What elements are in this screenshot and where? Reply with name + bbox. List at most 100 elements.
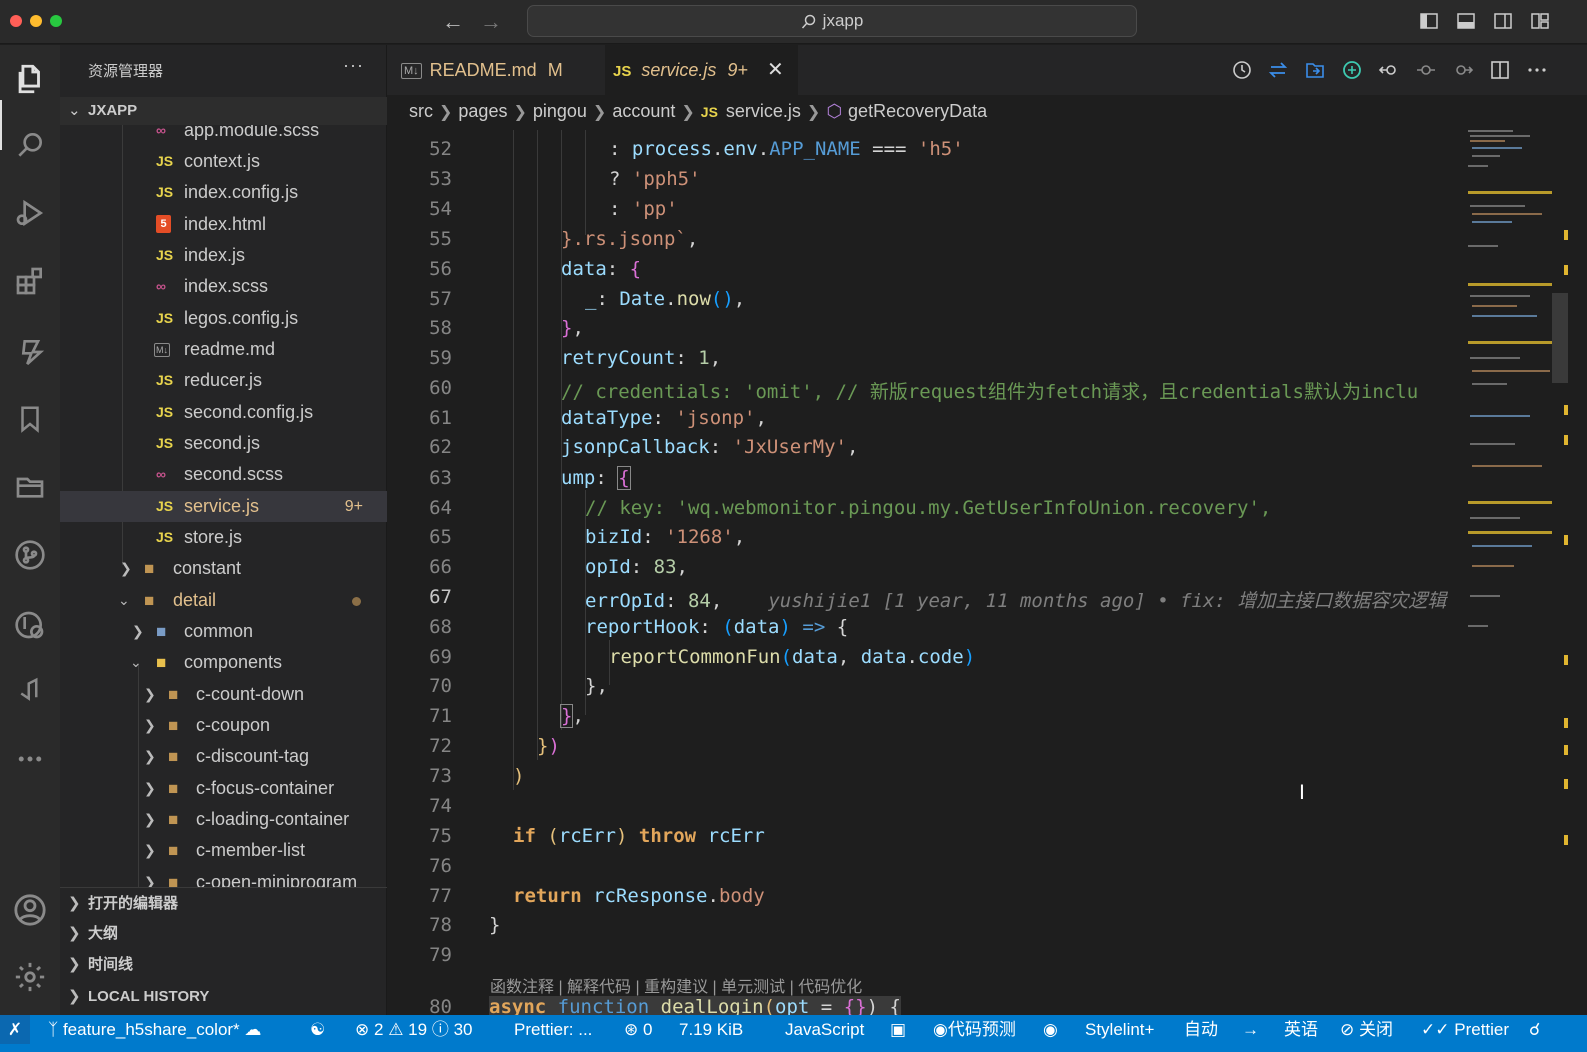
account-icon[interactable] xyxy=(8,888,52,932)
git-graph-icon[interactable]: ☯ xyxy=(310,1015,325,1044)
forward-arrow-icon[interactable]: → xyxy=(480,9,502,35)
language-mode-status[interactable]: JavaScript xyxy=(785,1015,864,1044)
file-size-status[interactable]: 7.19 KiB xyxy=(679,1015,743,1044)
remote-explorer-icon[interactable] xyxy=(8,669,52,713)
copilot-icon[interactable]: ◉ xyxy=(1043,1015,1058,1044)
breadcrumb-item[interactable]: pages xyxy=(458,101,507,121)
breadcrumb-item[interactable]: getRecoveryData xyxy=(848,101,987,121)
explorer-icon[interactable] xyxy=(8,57,52,101)
search-icon[interactable] xyxy=(8,123,52,167)
notifications-bell-icon[interactable]: ☌ xyxy=(1529,1015,1540,1044)
tree-item-file[interactable]: JS second.config.js xyxy=(60,397,387,428)
prettier-progress-status[interactable]: Prettier: ... xyxy=(514,1015,592,1044)
code-editor[interactable]: 52 53 54 55 56 57 58 59 60 61 62 63 64 6… xyxy=(387,130,1457,1015)
tab-readme[interactable]: M↓ README.md M xyxy=(401,45,563,95)
tree-item-folder[interactable]: ❯ ■ c-open-miniprogram xyxy=(60,867,387,888)
tree-item-file[interactable]: ∞ second.scss xyxy=(60,459,387,490)
source-control-icon[interactable] xyxy=(8,533,52,577)
target-language-status[interactable]: 英语 xyxy=(1284,1015,1318,1044)
explorer-sidebar: 资源管理器 ··· ⌄ JXAPP ∞ app.module.scss JS c… xyxy=(60,45,387,1027)
branch-status[interactable]: ᛉ feature_h5share_color* ☁ xyxy=(48,1015,261,1044)
tree-item-folder[interactable]: ❯ ■ c-count-down xyxy=(60,679,387,710)
line-number: 72 xyxy=(429,735,452,757)
disable-status[interactable]: ⊘ 关闭 xyxy=(1340,1015,1393,1044)
tree-item-file[interactable]: JS context.js xyxy=(60,146,387,177)
scrollbar-thumb[interactable] xyxy=(1552,293,1568,383)
tree-item-folder[interactable]: ❯ ■ common xyxy=(60,616,387,647)
tree-item-file[interactable]: M↓ readme.md xyxy=(60,334,387,365)
tree-item-folder[interactable]: ❯ ■ c-coupon xyxy=(60,710,387,741)
tree-item-folder-open[interactable]: ⌄ ■ detail xyxy=(60,585,387,616)
tree-item-file[interactable]: JS store.js xyxy=(60,522,387,553)
breadcrumb-item[interactable]: service.js xyxy=(726,101,801,121)
compare-changes-icon[interactable] xyxy=(1267,59,1289,81)
tree-item-folder[interactable]: ❯ ■ c-loading-container xyxy=(60,804,387,835)
gitlens-icon[interactable] xyxy=(8,330,52,374)
go-back-in-history-icon[interactable] xyxy=(1378,59,1400,81)
problems-status[interactable]: ⊗ 2 ⚠ 19 ⓘ 30 xyxy=(355,1015,472,1044)
ports-status[interactable]: ⊛ 0 xyxy=(624,1015,652,1044)
tab-service-js[interactable]: JS service.js 9+ ✕ xyxy=(605,45,798,95)
line-number: 53 xyxy=(429,168,452,190)
tree-item-folder[interactable]: ❯ ■ c-focus-container xyxy=(60,773,387,804)
tree-item-folder[interactable]: ❯ ■ constant xyxy=(60,553,387,584)
close-icon[interactable]: ✕ xyxy=(767,59,784,81)
command-center-search[interactable]: jxapp xyxy=(527,5,1137,37)
tree-item-file[interactable]: JS legos.config.js xyxy=(60,303,387,334)
minimap[interactable] xyxy=(1462,125,1552,1015)
commit-icon[interactable] xyxy=(1415,59,1437,81)
auto-status[interactable]: 自动 xyxy=(1184,1015,1218,1044)
open-changes-icon[interactable] xyxy=(1304,59,1326,81)
chevron-right-icon: ❯ xyxy=(132,623,144,639)
tree-item-folder[interactable]: ❯ ■ c-member-list xyxy=(60,835,387,866)
bookmarks-icon[interactable] xyxy=(8,397,52,441)
tree-item-file[interactable]: ∞ app.module.scss xyxy=(60,125,387,146)
stylelint-status[interactable]: Stylelint+ xyxy=(1085,1015,1154,1044)
go-forward-in-history-icon[interactable] xyxy=(1452,59,1474,81)
prettier-status[interactable]: ✓✓ Prettier xyxy=(1421,1015,1509,1044)
code-predict-status[interactable]: ◉代码预测 xyxy=(933,1015,1016,1044)
more-actions-icon[interactable]: ··· xyxy=(343,55,364,76)
panel-open-editors[interactable]: ❯ 打开的编辑器 xyxy=(60,887,387,918)
back-arrow-icon[interactable]: ← xyxy=(442,9,464,35)
more-actions-icon[interactable] xyxy=(1526,59,1548,81)
ai-assistant-icon[interactable] xyxy=(1341,59,1363,81)
timeline-history-icon[interactable] xyxy=(1230,59,1252,81)
line-number: 62 xyxy=(429,436,452,458)
line-number: 68 xyxy=(429,616,452,638)
terminal-icon[interactable]: ▣ xyxy=(890,1015,906,1044)
breadcrumb-item[interactable]: account xyxy=(612,101,675,121)
panel-outline[interactable]: ❯ 大纲 xyxy=(60,918,387,949)
customize-layout-icon[interactable] xyxy=(1530,11,1550,31)
remote-indicator-icon[interactable]: ✗ xyxy=(0,1015,30,1044)
settings-gear-icon[interactable] xyxy=(8,955,52,999)
more-views-icon[interactable] xyxy=(8,737,52,781)
panel-timeline[interactable]: ❯ 时间线 xyxy=(60,949,387,980)
panel-local-history[interactable]: ❯ LOCAL HISTORY xyxy=(60,981,387,1012)
toggle-primary-sidebar-icon[interactable] xyxy=(1419,11,1439,31)
toggle-panel-icon[interactable] xyxy=(1456,11,1476,31)
ai-codelens-actions[interactable]: 函数注释 | 解释代码 | 重构建议 | 单元测试 | 代码优化 xyxy=(490,973,862,997)
extensions-icon[interactable] xyxy=(8,259,52,303)
tree-item-file[interactable]: JS reducer.js xyxy=(60,365,387,396)
tree-item-file[interactable]: JS index.config.js xyxy=(60,177,387,208)
tree-item-file[interactable]: JS second.js xyxy=(60,428,387,459)
breadcrumb-item[interactable]: pingou xyxy=(533,101,587,121)
tree-item-file[interactable]: 5 index.html xyxy=(60,209,387,240)
run-debug-icon[interactable] xyxy=(8,191,52,235)
breadcrumb-item[interactable]: src xyxy=(409,101,433,121)
window-maximize-button[interactable] xyxy=(50,15,62,27)
tree-item-file[interactable]: JS index.js xyxy=(60,240,387,271)
git-graph-icon[interactable] xyxy=(8,603,52,647)
tree-item-file[interactable]: ∞ index.scss xyxy=(60,271,387,302)
tree-item-file-selected[interactable]: JS service.js 9+ xyxy=(60,491,387,522)
toggle-secondary-sidebar-icon[interactable] xyxy=(1493,11,1513,31)
workspace-root-folder[interactable]: ⌄ JXAPP xyxy=(60,97,387,125)
tree-item-folder-open[interactable]: ⌄ ■ components xyxy=(60,647,387,678)
vertical-scrollbar[interactable] xyxy=(1552,125,1568,1015)
split-editor-icon[interactable] xyxy=(1489,59,1511,81)
window-close-button[interactable] xyxy=(10,15,22,27)
project-manager-icon[interactable] xyxy=(8,465,52,509)
tree-item-folder[interactable]: ❯ ■ c-discount-tag xyxy=(60,741,387,772)
window-minimize-button[interactable] xyxy=(30,15,42,27)
